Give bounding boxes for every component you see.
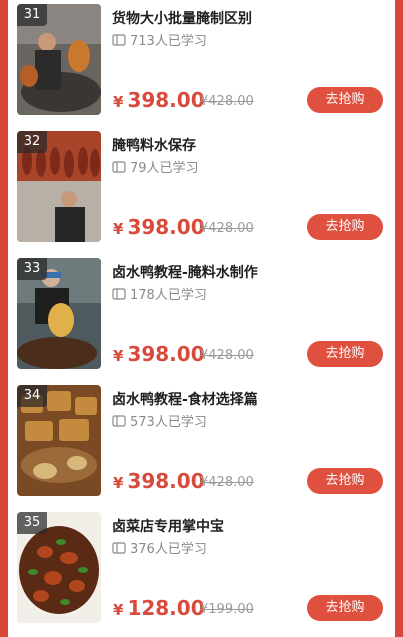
price-value: 128.00 [127,596,205,620]
course-card[interactable]: 32 腌鸭料水保存 79人已学习 ¥ 398.00 ¥428.00 去抢购 [8,127,395,254]
book-icon [112,414,126,427]
currency-symbol: ¥ [113,93,124,111]
currency-symbol: ¥ [113,347,124,365]
course-index-badge: 34 [17,385,47,407]
buy-button[interactable]: 去抢购 [307,87,383,113]
course-index-badge: 32 [17,131,47,153]
original-price: ¥199.00 [200,602,254,617]
course-title[interactable]: 卤水鸭教程-食材选择篇 [112,389,258,409]
course-index-badge: 31 [17,4,47,26]
course-title[interactable]: 卤菜店专用掌中宝 [112,516,224,536]
price-value: 398.00 [127,342,205,366]
learner-count-text: 573人已学习 [130,415,207,430]
book-icon [112,287,126,300]
original-price: ¥428.00 [200,221,254,236]
price-value: 398.00 [127,215,205,239]
learner-count-text: 79人已学习 [130,161,199,176]
course-thumbnail[interactable]: 34 [17,385,101,496]
buy-button[interactable]: 去抢购 [307,341,383,367]
current-price: ¥ 398.00 [113,215,205,239]
learner-count-text: 713人已学习 [130,34,207,49]
learner-count-text: 376人已学习 [130,542,207,557]
original-price: ¥428.00 [200,94,254,109]
course-title[interactable]: 货物大小批量腌制区别 [112,8,252,28]
current-price: ¥ 398.00 [113,469,205,493]
learner-count: 79人已学习 [112,157,199,176]
learner-count-text: 178人已学习 [130,288,207,303]
price-value: 398.00 [127,469,205,493]
book-icon [112,541,126,554]
current-price: ¥ 398.00 [113,88,205,112]
learner-count: 713人已学习 [112,30,207,49]
course-card[interactable]: 31 货物大小批量腌制区别 713人已学习 ¥ 398.00 ¥428.00 去… [8,0,395,127]
course-index-badge: 33 [17,258,47,280]
course-thumbnail[interactable]: 35 [17,512,101,623]
learner-count: 178人已学习 [112,284,207,303]
course-title[interactable]: 卤水鸭教程-腌料水制作 [112,262,258,282]
course-thumbnail[interactable]: 32 [17,131,101,242]
buy-button[interactable]: 去抢购 [307,595,383,621]
course-list: 31 货物大小批量腌制区别 713人已学习 ¥ 398.00 ¥428.00 去… [8,0,395,637]
current-price: ¥ 398.00 [113,342,205,366]
course-card[interactable]: 35 卤菜店专用掌中宝 376人已学习 ¥ 128.00 ¥199.00 去抢购 [8,508,395,635]
original-price: ¥428.00 [200,475,254,490]
course-thumbnail[interactable]: 31 [17,4,101,115]
book-icon [112,160,126,173]
learner-count: 376人已学习 [112,538,207,557]
buy-button[interactable]: 去抢购 [307,468,383,494]
currency-symbol: ¥ [113,220,124,238]
course-thumbnail[interactable]: 33 [17,258,101,369]
current-price: ¥ 128.00 [113,596,205,620]
original-price: ¥428.00 [200,348,254,363]
currency-symbol: ¥ [113,474,124,492]
buy-button[interactable]: 去抢购 [307,214,383,240]
course-title[interactable]: 腌鸭料水保存 [112,135,196,155]
book-icon [112,33,126,46]
price-value: 398.00 [127,88,205,112]
currency-symbol: ¥ [113,601,124,619]
course-card[interactable]: 34 卤水鸭教程-食材选择篇 573人已学习 ¥ 398.00 ¥428.00 … [8,381,395,508]
course-card[interactable]: 33 卤水鸭教程-腌料水制作 178人已学习 ¥ 398.00 ¥428.00 … [8,254,395,381]
learner-count: 573人已学习 [112,411,207,430]
course-index-badge: 35 [17,512,47,534]
